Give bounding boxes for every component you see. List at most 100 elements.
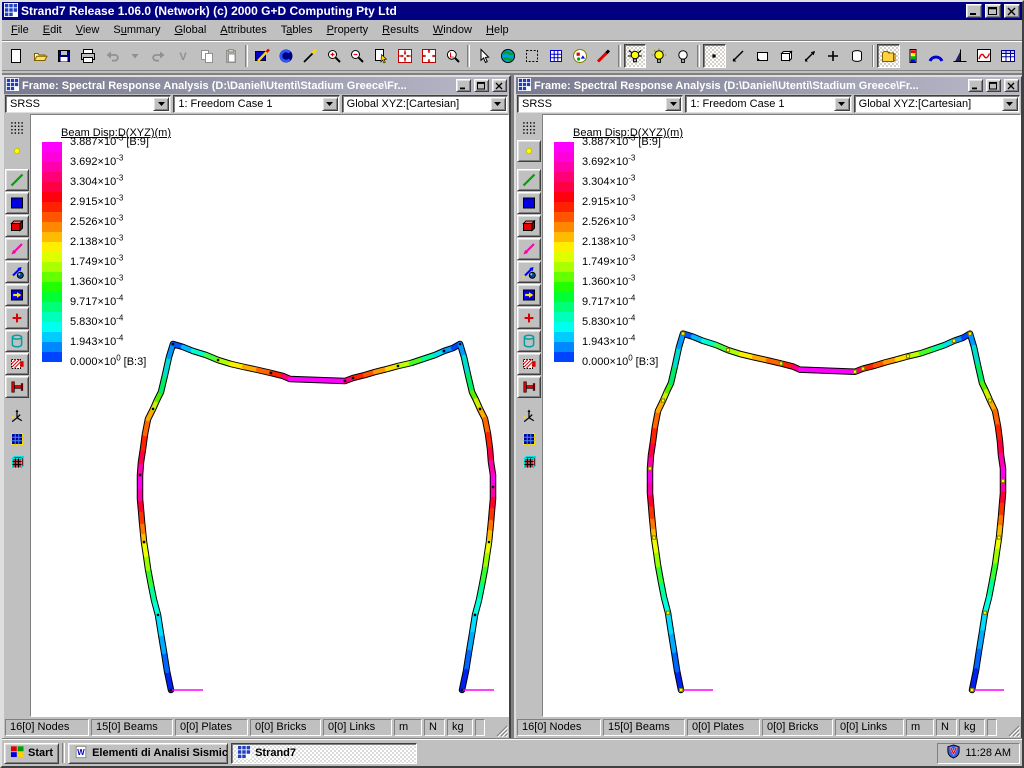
results-table-icon[interactable] <box>996 44 1019 68</box>
resize-grip[interactable] <box>1007 724 1020 737</box>
print-icon[interactable] <box>76 44 99 68</box>
chevron-down-icon[interactable] <box>153 97 169 111</box>
select-beam-icon[interactable] <box>727 44 750 68</box>
peak-value-icon[interactable] <box>949 44 972 68</box>
region-display-icon[interactable] <box>517 353 541 375</box>
menu-view[interactable]: View <box>69 21 107 39</box>
close-button[interactable] <box>1004 4 1020 18</box>
peek-icon[interactable] <box>925 44 948 68</box>
zoom-all-icon[interactable] <box>417 44 440 68</box>
menu-property[interactable]: Property <box>320 21 376 39</box>
load-path-display-icon[interactable] <box>5 284 29 306</box>
brick-shrink-icon[interactable] <box>5 451 29 473</box>
select-brush-icon[interactable] <box>592 44 615 68</box>
load-path-display-icon[interactable] <box>517 284 541 306</box>
show-selected-icon[interactable] <box>647 44 670 68</box>
menu-help[interactable]: Help <box>479 21 516 39</box>
chevron-down-icon[interactable] <box>1002 97 1018 111</box>
model-viewport[interactable]: Beam Disp:D(XYZ)(m)3.887×10-3[B:9]3.692×… <box>542 114 1021 717</box>
resize-grip[interactable] <box>495 724 508 737</box>
link-display-icon[interactable] <box>517 238 541 260</box>
menu-global[interactable]: Global <box>167 21 213 39</box>
snap-grid-icon[interactable] <box>5 117 29 139</box>
select-marquee-icon[interactable] <box>521 44 544 68</box>
result-case-combo[interactable]: SRSS <box>5 95 171 113</box>
plate-display-icon[interactable] <box>5 192 29 214</box>
paste-icon[interactable] <box>219 44 242 68</box>
view-rotate-icon[interactable] <box>275 44 298 68</box>
vertex-display-icon[interactable] <box>5 261 29 283</box>
tray-clock[interactable]: 11:28 AM <box>965 747 1011 759</box>
model-viewport[interactable]: Beam Disp:D(XYZ)(m)3.887×10-3[B:9]3.692×… <box>30 114 509 717</box>
beam-display-icon[interactable] <box>517 169 541 191</box>
menu-tables[interactable]: Tables <box>274 21 320 39</box>
undo-dropdown-icon[interactable] <box>124 44 147 68</box>
select-grid-icon[interactable] <box>544 44 567 68</box>
cavity-display-icon[interactable] <box>517 330 541 352</box>
select-cavity-icon[interactable] <box>846 44 869 68</box>
axis-triad-icon[interactable] <box>5 405 29 427</box>
child-maximize-button[interactable] <box>474 79 489 92</box>
select-link-icon[interactable] <box>798 44 821 68</box>
entity-display-icon[interactable] <box>251 44 274 68</box>
menu-edit[interactable]: Edit <box>36 21 69 39</box>
select-all-icon[interactable] <box>822 44 845 68</box>
chevron-down-icon[interactable] <box>834 97 850 111</box>
select-plate-icon[interactable] <box>751 44 774 68</box>
dynamic-rotate-icon[interactable] <box>497 44 520 68</box>
region-display-icon[interactable] <box>5 353 29 375</box>
child-minimize-button[interactable] <box>456 79 471 92</box>
menu-results[interactable]: Results <box>375 21 426 39</box>
zoom-extents-icon[interactable] <box>394 44 417 68</box>
taskbar-task-elementi-di-analisi-sismica[interactable]: WElementi di Analisi Sismica... <box>68 743 228 764</box>
menu-window[interactable]: Window <box>426 21 479 39</box>
brick-shrink-icon[interactable] <box>517 451 541 473</box>
antivirus-shield-icon[interactable] <box>946 744 961 762</box>
new-icon[interactable] <box>5 44 28 68</box>
link-display-icon[interactable] <box>5 238 29 260</box>
select-brick-icon[interactable] <box>774 44 797 68</box>
graphs-icon[interactable] <box>973 44 996 68</box>
child-minimize-button[interactable] <box>968 79 983 92</box>
menu-attributes[interactable]: Attributes <box>213 21 273 39</box>
vertex-snap-icon[interactable]: V <box>172 44 195 68</box>
start-button[interactable]: Start <box>4 743 59 764</box>
select-node-icon[interactable] <box>703 44 726 68</box>
minimize-button[interactable] <box>966 4 982 18</box>
plate-display-icon[interactable] <box>517 192 541 214</box>
save-icon[interactable] <box>53 44 76 68</box>
snap-grid-icon[interactable] <box>517 117 541 139</box>
pointer-icon[interactable] <box>473 44 496 68</box>
node-display-icon[interactable] <box>5 140 29 162</box>
contour-settings-icon[interactable] <box>901 44 924 68</box>
grid-plane-icon[interactable] <box>5 428 29 450</box>
beam-section-display-icon[interactable] <box>5 376 29 398</box>
freedom-case-combo[interactable]: 1: Freedom Case 1 <box>685 95 851 113</box>
attachment-display-icon[interactable] <box>5 307 29 329</box>
copy-icon[interactable] <box>195 44 218 68</box>
child-close-button[interactable] <box>492 79 507 92</box>
attachment-display-icon[interactable] <box>517 307 541 329</box>
brick-display-icon[interactable] <box>5 215 29 237</box>
child-title-bar[interactable]: Frame: Spectral Response Analysis (D:\Da… <box>4 77 509 94</box>
cavity-display-icon[interactable] <box>5 330 29 352</box>
maximize-button[interactable] <box>985 4 1001 18</box>
child-close-button[interactable] <box>1004 79 1019 92</box>
grid-plane-icon[interactable] <box>517 428 541 450</box>
zoom-in-icon[interactable] <box>322 44 345 68</box>
brick-display-icon[interactable] <box>517 215 541 237</box>
chevron-down-icon[interactable] <box>322 97 338 111</box>
redraw-icon[interactable] <box>298 44 321 68</box>
child-maximize-button[interactable] <box>986 79 1001 92</box>
result-case-combo[interactable]: SRSS <box>517 95 683 113</box>
redo-icon[interactable] <box>148 44 171 68</box>
menu-file[interactable]: File <box>4 21 36 39</box>
axis-system-combo[interactable]: Global XYZ:[Cartesian] <box>342 95 508 113</box>
axis-system-combo[interactable]: Global XYZ:[Cartesian] <box>854 95 1020 113</box>
zoom-select-icon[interactable] <box>370 44 393 68</box>
select-by-region-icon[interactable] <box>624 44 647 68</box>
freedom-case-combo[interactable]: 1: Freedom Case 1 <box>173 95 339 113</box>
beam-display-icon[interactable] <box>5 169 29 191</box>
open-icon[interactable] <box>29 44 52 68</box>
chevron-down-icon[interactable] <box>490 97 506 111</box>
